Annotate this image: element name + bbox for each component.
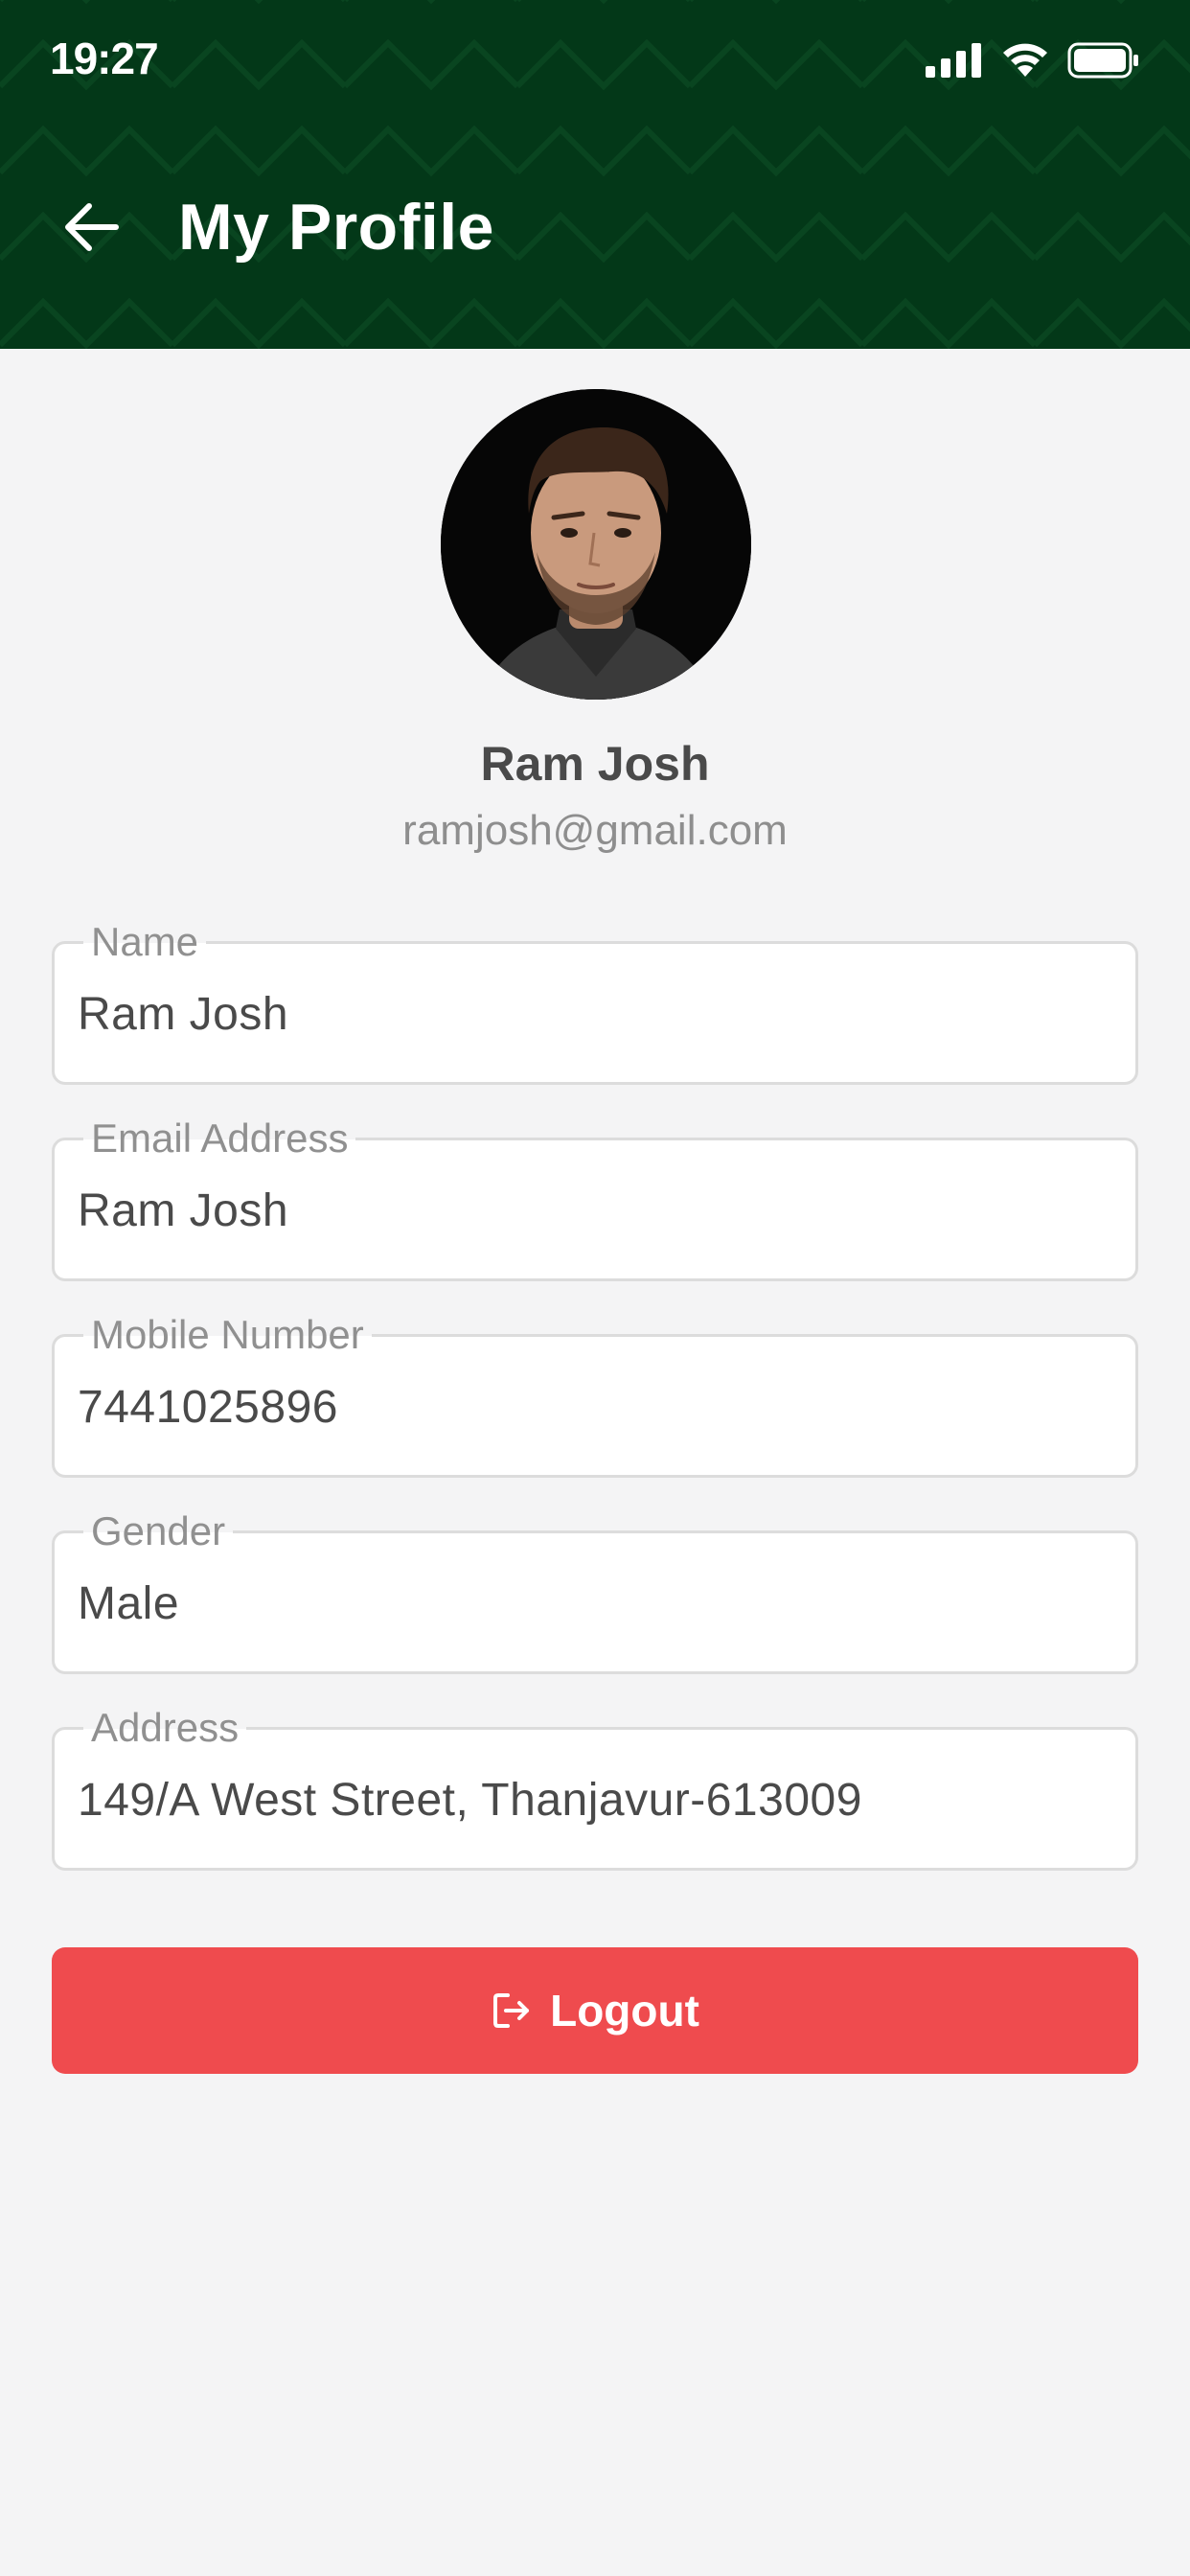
name-field[interactable]: Name Ram Josh (52, 917, 1138, 1085)
email-address-field[interactable]: Email Address Ram Josh (52, 1114, 1138, 1281)
address-field-value[interactable]: 149/A West Street, Thanjavur-613009 (78, 1774, 862, 1827)
name-field-value[interactable]: Ram Josh (78, 988, 288, 1041)
status-time: 19:27 (50, 34, 159, 83)
status-icons (926, 42, 1140, 79)
status-bar: 19:27 (0, 0, 1190, 125)
mobile-number-field-label: Mobile Number (83, 1310, 372, 1360)
logout-label: Logout (550, 1986, 699, 2036)
mobile-number-field[interactable]: Mobile Number 7441025896 (52, 1310, 1138, 1478)
name-field-label: Name (83, 917, 207, 967)
wifi-icon (1003, 43, 1047, 77)
email-address-field-label: Email Address (83, 1114, 356, 1163)
cellular-signal-icon (926, 43, 981, 78)
logout-button[interactable]: Logout (52, 1947, 1138, 2074)
profile-name: Ram Josh (480, 737, 710, 791)
back-button[interactable] (48, 184, 134, 270)
page-title: My Profile (178, 191, 494, 264)
profile-email: ramjosh@gmail.com (402, 807, 788, 854)
gender-field-label: Gender (83, 1506, 234, 1556)
battery-icon (1067, 42, 1138, 79)
gender-field-value[interactable]: Male (78, 1577, 179, 1630)
arrow-left-icon (65, 203, 119, 251)
avatar (441, 389, 751, 700)
profile-photo (441, 389, 751, 700)
app-header: 19:27 My Profile (0, 0, 1190, 349)
address-field-label: Address (83, 1703, 247, 1753)
email-address-field-value[interactable]: Ram Josh (78, 1184, 288, 1237)
logout-icon (493, 1993, 530, 2028)
address-field[interactable]: Address 149/A West Street, Thanjavur-613… (52, 1703, 1138, 1871)
mobile-number-field-value[interactable]: 7441025896 (78, 1381, 338, 1434)
gender-field[interactable]: Gender Male (52, 1506, 1138, 1674)
